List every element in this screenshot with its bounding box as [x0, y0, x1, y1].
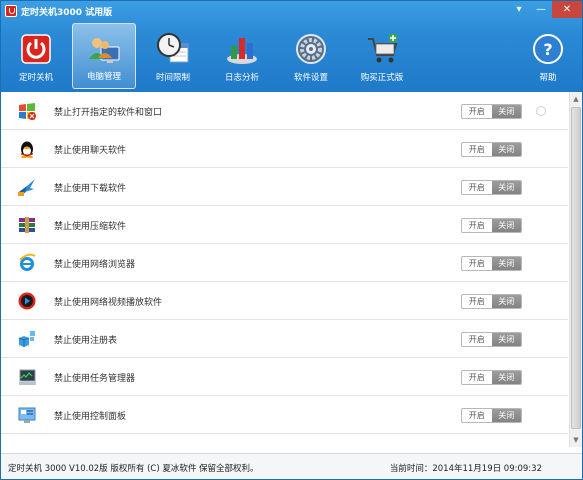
toggle-on-option[interactable]: 开启	[462, 105, 492, 118]
ie-browser-icon	[17, 253, 37, 273]
rule-label: 禁止使用聊天软件	[54, 146, 127, 156]
tab-log-analysis[interactable]: 日志分析	[210, 23, 274, 89]
main-toolbar: 定时关机 电脑管理 时间限制 日志分析 软件设置 购买正式版 ? 帮助	[1, 23, 582, 89]
toggle-off-option[interactable]: 关闭	[491, 105, 521, 118]
app-logo-icon	[5, 5, 17, 17]
rule-toggle[interactable]: 开启 关闭	[461, 332, 522, 347]
close-icon: ✕	[562, 3, 572, 15]
list-item: 禁止使用压缩软件 开启 关闭	[1, 206, 568, 244]
rule-toggle[interactable]: 开启 关闭	[461, 104, 522, 119]
status-bar: 定时关机 3000 V10.02版 版权所有 (C) 夏冰软件 保留全部权利。 …	[1, 453, 582, 479]
rule-toggle[interactable]: 开启 关闭	[461, 142, 522, 157]
info-icon[interactable]	[536, 106, 546, 116]
toggle-off-option[interactable]: 关闭	[491, 143, 521, 156]
header: 定时关机3000 试用版 ▾ — ✕ 定时关机 电脑管理 时间限制 日志分析 软…	[1, 1, 582, 92]
rule-label: 禁止使用下载软件	[54, 184, 127, 194]
list-item: 禁止使用聊天软件 开启 关闭	[1, 130, 568, 168]
rule-label: 禁止打开指定的软件和窗口	[54, 108, 163, 118]
power-icon	[19, 32, 53, 66]
chart-icon	[225, 32, 259, 66]
toggle-off-option[interactable]: 关闭	[491, 409, 521, 422]
tab-label: 软件设置	[293, 73, 328, 83]
list-item: 禁止使用注册表 开启 关闭	[1, 320, 568, 358]
windows-logo-icon	[17, 101, 37, 121]
rules-list: 禁止打开指定的软件和窗口 开启 关闭 禁止使用聊天软件 开启 关闭 禁止使用下载…	[1, 92, 582, 447]
list-item: 禁止使用控制面板 开启 关闭	[1, 396, 568, 434]
cart-icon	[365, 32, 399, 66]
tab-software-settings[interactable]: 软件设置	[279, 23, 343, 89]
vertical-scrollbar[interactable]: ▲ ▼	[569, 92, 582, 447]
tab-help[interactable]: ? 帮助	[516, 23, 580, 89]
list-item: 禁止使用网络视频播放软件 开启 关闭	[1, 282, 568, 320]
rule-label: 禁止使用任务管理器	[54, 374, 136, 384]
rule-toggle[interactable]: 开启 关闭	[461, 294, 522, 309]
registry-cubes-icon	[17, 329, 37, 349]
tab-time-limit[interactable]: 时间限制	[141, 23, 205, 89]
scroll-up-icon[interactable]: ▲	[570, 92, 582, 106]
toggle-on-option[interactable]: 开启	[462, 333, 492, 346]
tab-shutdown-timer[interactable]: 定时关机	[4, 23, 68, 89]
download-bird-icon	[17, 177, 37, 197]
list-item: 禁止使用网络浏览器 开启 关闭	[1, 244, 568, 282]
window-title: 定时关机3000 试用版	[21, 8, 113, 18]
svg-text:?: ?	[543, 40, 552, 59]
list-item: 禁止使用下载软件 开启 关闭	[1, 168, 568, 206]
app-window: 定时关机3000 试用版 ▾ — ✕ 定时关机 电脑管理 时间限制 日志分析 软…	[0, 0, 583, 480]
task-manager-icon	[17, 367, 37, 387]
window-controls: ▾ — ✕	[508, 1, 582, 19]
tab-computer-management[interactable]: 电脑管理	[72, 23, 136, 89]
minimize-button[interactable]: —	[530, 1, 552, 18]
toggle-off-option[interactable]: 关闭	[491, 181, 521, 194]
rule-label: 禁止使用控制面板	[54, 412, 127, 422]
close-button[interactable]: ✕	[552, 1, 582, 18]
toggle-off-option[interactable]: 关闭	[491, 257, 521, 270]
rule-toggle[interactable]: 开启 关闭	[461, 256, 522, 271]
video-player-icon	[17, 291, 37, 311]
toggle-on-option[interactable]: 开启	[462, 371, 492, 384]
rule-label: 禁止使用压缩软件	[54, 222, 127, 232]
scroll-thumb[interactable]	[571, 107, 581, 429]
toggle-on-option[interactable]: 开启	[462, 143, 492, 156]
tab-label: 电脑管理	[86, 72, 121, 82]
scroll-down-icon[interactable]: ▼	[570, 433, 582, 447]
toggle-on-option[interactable]: 开启	[462, 257, 492, 270]
title-bar: 定时关机3000 试用版 ▾ — ✕	[1, 1, 582, 21]
tab-label: 定时关机	[18, 73, 53, 83]
archive-books-icon	[17, 215, 37, 235]
tab-label: 帮助	[539, 73, 557, 83]
chevron-down-icon: ▾	[516, 3, 522, 15]
rule-toggle[interactable]: 开启 关闭	[461, 370, 522, 385]
users-computer-icon	[87, 33, 121, 67]
toggle-off-option[interactable]: 关闭	[491, 371, 521, 384]
rule-toggle[interactable]: 开启 关闭	[461, 218, 522, 233]
toggle-off-option[interactable]: 关闭	[491, 219, 521, 232]
rule-toggle[interactable]: 开启 关闭	[461, 408, 522, 423]
toggle-on-option[interactable]: 开启	[462, 295, 492, 308]
tab-label: 时间限制	[155, 73, 190, 83]
qq-penguin-icon	[17, 139, 37, 159]
help-icon: ?	[531, 32, 565, 66]
copyright-text: 定时关机 3000 V10.02版 版权所有 (C) 夏冰软件 保留全部权利。	[8, 464, 259, 474]
minimize-icon: —	[536, 3, 546, 15]
menu-dropdown-button[interactable]: ▾	[508, 1, 530, 18]
rule-label: 禁止使用网络浏览器	[54, 260, 136, 270]
toggle-on-option[interactable]: 开启	[462, 181, 492, 194]
gear-icon	[294, 32, 328, 66]
list-item: 禁止打开指定的软件和窗口 开启 关闭	[1, 92, 568, 130]
toggle-on-option[interactable]: 开启	[462, 409, 492, 422]
list-item: 禁止使用任务管理器 开启 关闭	[1, 358, 568, 396]
rule-toggle[interactable]: 开启 关闭	[461, 180, 522, 195]
toggle-off-option[interactable]: 关闭	[491, 295, 521, 308]
clock-calendar-icon	[156, 32, 190, 66]
control-panel-icon	[17, 405, 37, 425]
tab-label: 购买正式版	[360, 73, 404, 83]
tab-buy-full-version[interactable]: 购买正式版	[350, 23, 414, 89]
tab-label: 日志分析	[224, 73, 259, 83]
rule-label: 禁止使用网络视频播放软件	[54, 298, 163, 308]
toggle-off-option[interactable]: 关闭	[491, 333, 521, 346]
current-time: 当前时间：2014年11月19日 09:09:32	[389, 464, 542, 474]
rule-label: 禁止使用注册表	[54, 336, 118, 346]
toggle-on-option[interactable]: 开启	[462, 219, 492, 232]
